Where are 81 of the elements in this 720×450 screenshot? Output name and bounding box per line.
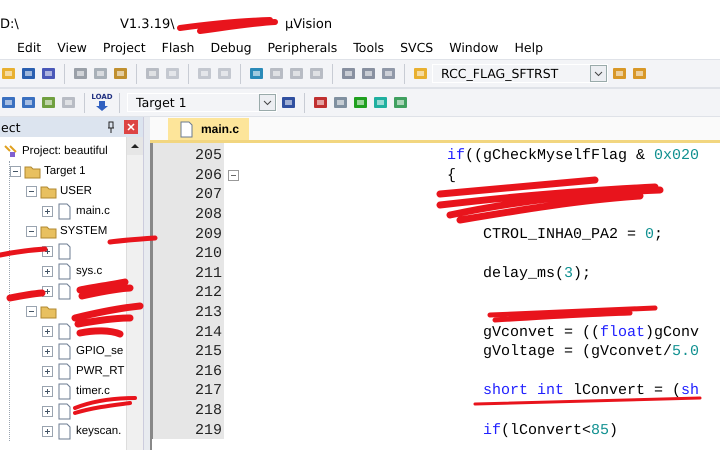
file-icon [56,242,73,260]
panel-title: ect [1,120,22,134]
code-line: gVconvet = ((float)gConv [482,324,700,341]
collapse-icon[interactable] [26,186,37,196]
expand-icon[interactable] [42,366,53,376]
editor-tab[interactable]: main.c [168,118,250,140]
file-icon [56,322,73,340]
tree-item[interactable]: sys.c [76,265,102,277]
menu-item[interactable]: Edit [9,38,50,56]
code-line: if((gCheckMyselfFlag & 0x020 [446,147,700,164]
file-icon [56,382,73,400]
line-number: 205 [194,147,222,164]
line-number: 216 [194,362,222,380]
code-line: { [446,166,456,184]
expand-icon[interactable] [42,206,53,216]
project-icon [2,142,19,160]
tree-item[interactable]: Target 1 [44,165,86,177]
menu-item[interactable]: Project [94,38,154,56]
menu-item[interactable]: Debug [202,38,260,56]
dropdown-icon[interactable] [590,65,607,82]
line-number: 211 [194,264,222,282]
target-combo[interactable]: Target 1 [127,93,277,112]
tree-item[interactable]: keyscan. [76,425,122,437]
dropdown-icon[interactable] [259,94,276,111]
line-number: 214 [194,324,222,341]
line-number: 209 [194,226,222,243]
file-icon [56,262,73,280]
menu-item[interactable]: Tools [345,38,392,56]
code-line: if(lConvert<85) [482,422,618,439]
expand-icon[interactable] [42,266,53,276]
line-number: 207 [194,186,222,204]
line-number: 206 [194,166,222,184]
expand-icon[interactable] [42,326,53,336]
code-line: delay_ms(3); [482,264,592,282]
expand-icon[interactable] [42,386,53,396]
collapse-icon[interactable] [26,306,37,316]
menu-item[interactable]: SVCS [392,38,442,56]
code-line: gVoltage = (gVconvet/5.0 [482,343,700,360]
fold-icon[interactable] [228,170,239,181]
line-number: 217 [194,382,222,400]
code-line: CTROL_INHA0_PA2 = 0; [482,226,664,243]
file-icon [56,402,73,420]
file-icon [56,342,73,360]
window-title: V1.3.19\ [120,17,175,32]
menu-item[interactable]: View [49,38,95,56]
expand-icon[interactable] [42,426,53,436]
menu-item[interactable]: Help [506,38,552,56]
tree-item[interactable]: main.c [76,205,110,217]
menu-item[interactable]: Window [441,38,507,56]
tree-item[interactable]: Project: beautiful [22,145,108,157]
tree-item[interactable]: GPIO_se [76,345,124,357]
menu-item[interactable]: Peripherals [260,38,346,56]
line-number: 208 [194,206,222,224]
tree-item[interactable]: USER [60,185,92,197]
line-number: 215 [194,343,222,360]
collapse-icon[interactable] [10,166,21,176]
line-number: 219 [194,422,222,439]
down-arrow-icon [96,101,108,111]
line-number: 212 [194,284,222,302]
find-combo[interactable]: RCC_FLAG_SFTRST [432,64,608,83]
file-icon [56,202,73,220]
tree-item[interactable]: SYSTEM [60,225,108,237]
line-number: 210 [194,245,222,262]
expand-icon[interactable] [42,406,53,416]
file-icon [56,282,73,300]
close-icon[interactable] [124,120,138,134]
file-icon [56,362,73,380]
code-line: short int lConvert = (sh [482,382,700,400]
file-icon [56,422,73,440]
tree-item[interactable]: PWR_RT [76,365,124,377]
window-title: µVision [285,17,332,32]
tree-item[interactable]: timer.c [76,385,110,397]
scribble-mark [73,396,137,415]
window-title: D:\ [0,17,19,32]
scroll-up-icon[interactable] [127,137,143,155]
line-number: 218 [194,402,222,420]
expand-icon[interactable] [42,346,53,356]
menu-item[interactable]: Flash [154,38,202,56]
line-number: 213 [194,304,222,322]
collapse-icon[interactable] [26,226,37,236]
file-icon [178,120,195,138]
